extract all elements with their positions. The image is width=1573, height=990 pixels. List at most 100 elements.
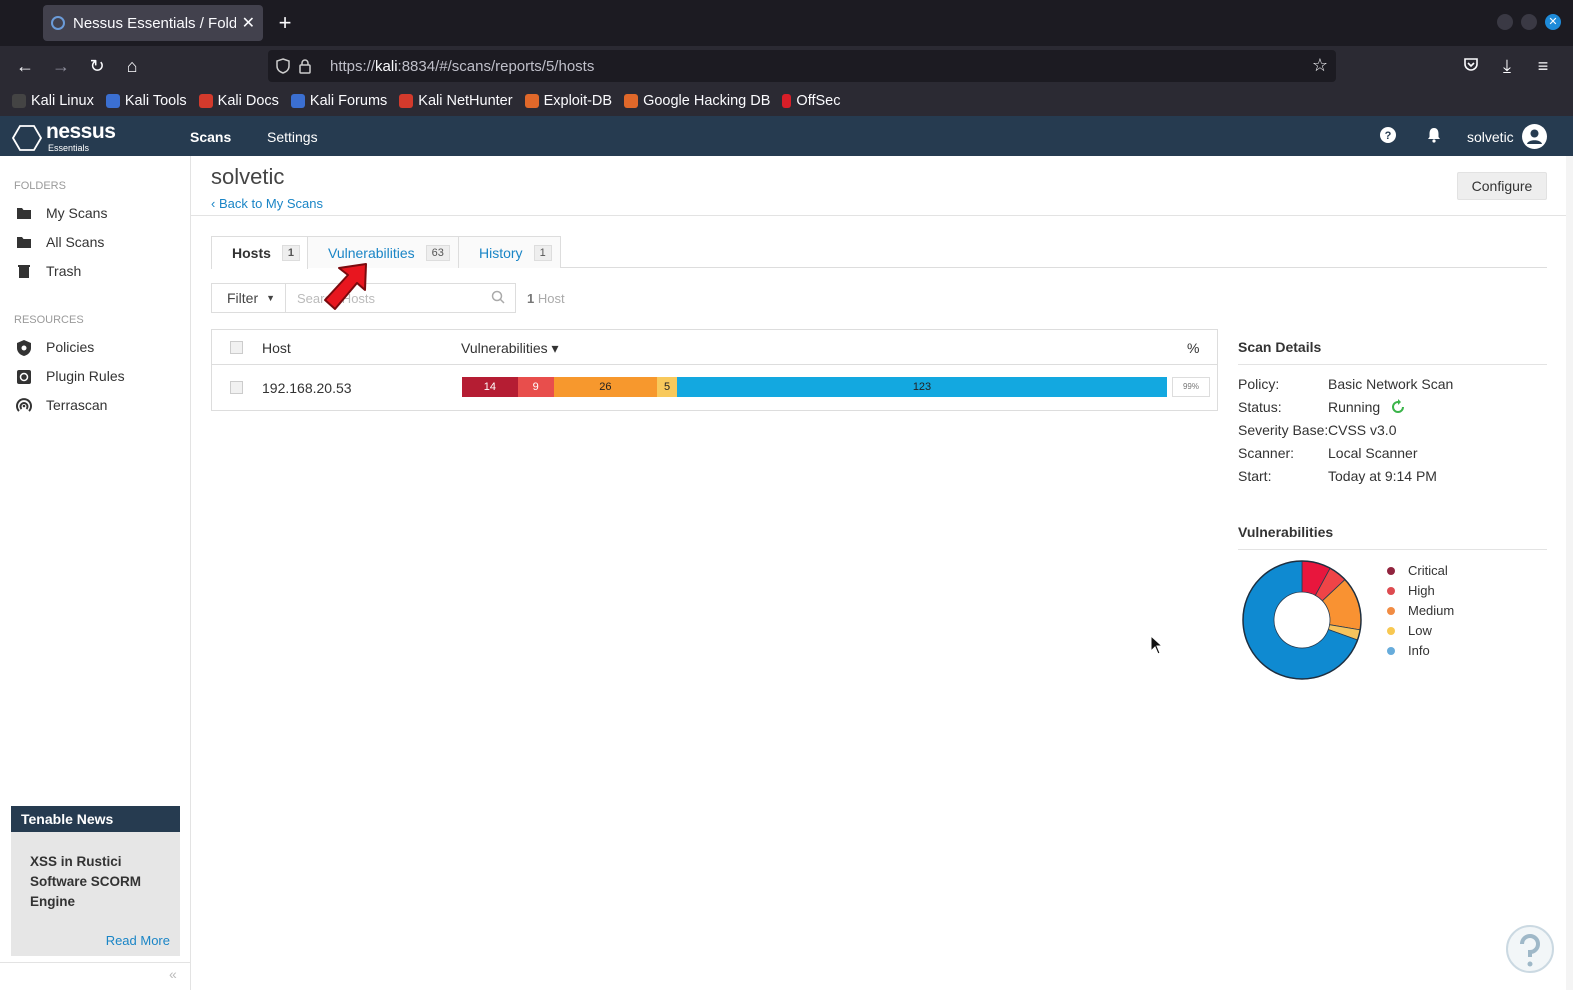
forward-arrow-icon[interactable]: → bbox=[49, 54, 73, 78]
sidebar-item-plugin-rules[interactable]: Plugin Rules bbox=[16, 368, 125, 384]
bookmarks-bar: Kali Linux Kali Tools Kali Docs Kali For… bbox=[0, 86, 1573, 116]
legend-item-high: High bbox=[1387, 583, 1435, 598]
tab-history[interactable]: History 1 bbox=[458, 236, 561, 268]
logo-text: nessus bbox=[46, 120, 116, 143]
search-icon[interactable] bbox=[491, 290, 505, 304]
sidebar: FOLDERS My Scans All Scans Trash RESOURC… bbox=[0, 156, 191, 990]
back-arrow-icon[interactable]: ← bbox=[13, 54, 37, 78]
exploit-db-icon bbox=[524, 94, 539, 108]
user-name[interactable]: solvetic bbox=[1467, 129, 1514, 145]
configure-button[interactable]: Configure bbox=[1457, 172, 1547, 200]
pocket-icon[interactable] bbox=[1459, 54, 1483, 78]
bookmark-label: Kali Linux bbox=[31, 93, 94, 109]
severity-segment-high[interactable]: 9 bbox=[517, 377, 554, 397]
legend-dot-icon bbox=[1387, 586, 1395, 595]
bookmark-star-icon[interactable]: ☆ bbox=[1312, 55, 1328, 76]
column-percent[interactable]: % bbox=[1187, 340, 1199, 356]
bookmark-google-hacking-db[interactable]: Google Hacking DB bbox=[624, 93, 770, 109]
sidebar-item-terrascan[interactable]: Terrascan bbox=[16, 397, 107, 413]
close-tab-icon[interactable]: ✕ bbox=[242, 13, 255, 33]
minimize-icon[interactable] bbox=[1497, 14, 1513, 30]
severity-segment-info[interactable]: 123 bbox=[677, 377, 1167, 397]
shield-icon[interactable] bbox=[276, 58, 290, 74]
kali-dragon-icon bbox=[12, 94, 26, 108]
back-to-my-scans-link[interactable]: ‹ Back to My Scans bbox=[211, 196, 323, 211]
bookmark-kali-nethunter[interactable]: Kali NetHunter bbox=[399, 93, 513, 109]
scanner-value: Local Scanner bbox=[1328, 445, 1418, 461]
offsec-icon bbox=[782, 94, 792, 108]
tab-hosts[interactable]: Hosts 1 bbox=[211, 236, 308, 269]
severity-base-label: Severity Base: bbox=[1238, 422, 1329, 438]
browser-tab[interactable]: Nessus Essentials / Folders ✕ bbox=[43, 5, 263, 41]
trash-icon bbox=[16, 264, 32, 278]
host-count-number: 1 bbox=[527, 291, 535, 306]
host-count-label: Host bbox=[537, 291, 565, 306]
vulnerabilities-donut-chart[interactable] bbox=[1240, 558, 1364, 682]
severity-bar[interactable]: 14 9 26 5 123 bbox=[462, 377, 1167, 397]
menu-icon[interactable]: ≡ bbox=[1531, 54, 1555, 78]
nessus-logo[interactable]: nessus Essentials bbox=[12, 120, 116, 153]
policy-value: Basic Network Scan bbox=[1328, 376, 1454, 392]
logo-subtext: Essentials bbox=[48, 143, 90, 153]
policy-label: Policy: bbox=[1238, 376, 1280, 392]
nav-settings[interactable]: Settings bbox=[267, 129, 318, 145]
nav-scans[interactable]: Scans bbox=[190, 129, 231, 145]
sidebar-item-label: Plugin Rules bbox=[46, 368, 125, 384]
sidebar-item-label: Trash bbox=[46, 263, 82, 279]
help-icon[interactable]: ? bbox=[1379, 126, 1399, 146]
running-refresh-icon[interactable] bbox=[1390, 399, 1406, 418]
sidebar-item-label: All Scans bbox=[46, 234, 105, 250]
user-avatar-icon[interactable] bbox=[1522, 124, 1547, 149]
bookmark-kali-docs[interactable]: Kali Docs bbox=[198, 93, 279, 109]
bookmark-label: Exploit-DB bbox=[543, 93, 613, 109]
reload-icon[interactable]: ↻ bbox=[85, 54, 109, 78]
column-vulnerabilities[interactable]: Vulnerabilities ▾ bbox=[461, 340, 559, 357]
sidebar-item-label: Terrascan bbox=[46, 397, 108, 413]
table-header-row: Host Vulnerabilities ▾ % bbox=[212, 330, 1217, 365]
bookmark-label: Kali Docs bbox=[217, 93, 279, 109]
maximize-icon[interactable] bbox=[1521, 14, 1537, 30]
annotation-arrow-icon bbox=[324, 263, 367, 310]
bookmark-exploit-db[interactable]: Exploit-DB bbox=[524, 93, 613, 109]
select-all-checkbox[interactable] bbox=[230, 341, 243, 354]
new-tab-icon[interactable]: + bbox=[276, 10, 294, 36]
sidebar-item-label: Policies bbox=[46, 339, 95, 355]
bookmark-kali-forums[interactable]: Kali Forums bbox=[290, 93, 387, 109]
tab-label: History bbox=[479, 244, 523, 261]
sidebar-item-trash[interactable]: Trash bbox=[16, 263, 81, 279]
bookmark-offsec[interactable]: OffSec bbox=[782, 93, 840, 109]
svg-text:?: ? bbox=[1385, 130, 1392, 142]
read-more-link[interactable]: Read More bbox=[106, 933, 170, 948]
terrascan-icon bbox=[16, 398, 32, 412]
scan-details-title: Scan Details bbox=[1238, 339, 1322, 355]
host-ip[interactable]: 192.168.20.53 bbox=[262, 380, 352, 396]
notifications-bell-icon[interactable] bbox=[1425, 126, 1445, 146]
sidebar-item-policies[interactable]: Policies bbox=[16, 339, 95, 356]
sidebar-item-my-scans[interactable]: My Scans bbox=[16, 205, 107, 221]
severity-segment-medium[interactable]: 26 bbox=[553, 377, 658, 397]
filter-dropdown[interactable]: Filter ▼ bbox=[211, 283, 286, 313]
url-bar[interactable]: https://kali:8834/#/scans/reports/5/host… bbox=[268, 50, 1336, 82]
sidebar-divider bbox=[0, 962, 190, 963]
page-title: solvetic bbox=[211, 164, 285, 189]
sidebar-item-all-scans[interactable]: All Scans bbox=[16, 234, 104, 250]
bookmark-kali-tools[interactable]: Kali Tools bbox=[105, 93, 187, 109]
severity-segment-low[interactable]: 5 bbox=[657, 377, 678, 397]
news-title[interactable]: XSS in Rustici Software SCORM Engine bbox=[11, 832, 180, 912]
search-hosts-input[interactable]: Search Hosts bbox=[285, 283, 516, 313]
column-host[interactable]: Host bbox=[262, 340, 291, 356]
severity-segment-critical[interactable]: 14 bbox=[462, 377, 518, 397]
home-icon[interactable]: ⌂ bbox=[120, 54, 144, 78]
lock-icon[interactable] bbox=[298, 58, 312, 74]
page-scrollbar[interactable] bbox=[1566, 156, 1573, 990]
folder-icon bbox=[16, 235, 32, 249]
tenable-news-panel: Tenable News XSS in Rustici Software SCO… bbox=[11, 806, 180, 956]
app-header: nessus Essentials Scans Settings ? solve… bbox=[0, 116, 1573, 156]
row-checkbox[interactable] bbox=[230, 381, 243, 394]
collapse-sidebar-icon[interactable]: « bbox=[169, 966, 177, 982]
close-window-icon[interactable]: ✕ bbox=[1545, 14, 1561, 30]
nessus-hexagon-icon bbox=[12, 124, 42, 151]
tab-count-badge: 1 bbox=[281, 245, 301, 261]
download-icon[interactable]: ⤓ bbox=[1495, 54, 1519, 78]
bookmark-kali-linux[interactable]: Kali Linux bbox=[12, 93, 94, 109]
